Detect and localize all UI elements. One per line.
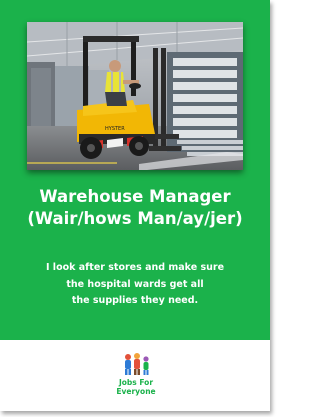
description-line: the hospital wards get all [66, 278, 204, 290]
description-line: I look after stores and make sure [45, 262, 225, 273]
jobs-for-everyone-logo: Jobs For Everyone [113, 352, 159, 404]
svg-text:HYSTER: HYSTER [105, 126, 125, 132]
job-title: Warehouse Manager (Wair/hows Man/ay/jer) [0, 186, 270, 230]
job-card: HYSTER Warehouse Manager (Wair/hows Man/… [0, 0, 270, 411]
forklift-photo: HYSTER [27, 22, 243, 170]
people-icon [125, 353, 149, 375]
description-line: the supplies they need. [71, 295, 199, 306]
job-description: I look after stores and make sure the ho… [0, 260, 270, 310]
job-title-line: Warehouse Manager [39, 187, 231, 206]
green-panel: HYSTER Warehouse Manager (Wair/hows Man/… [0, 0, 270, 340]
pronunciation-line: (Wair/hows Man/ay/jer) [27, 209, 243, 228]
logo-text: Jobs For Everyone [103, 378, 169, 396]
logo-line: Everyone [116, 387, 156, 396]
logo-line: Jobs For [118, 378, 154, 387]
